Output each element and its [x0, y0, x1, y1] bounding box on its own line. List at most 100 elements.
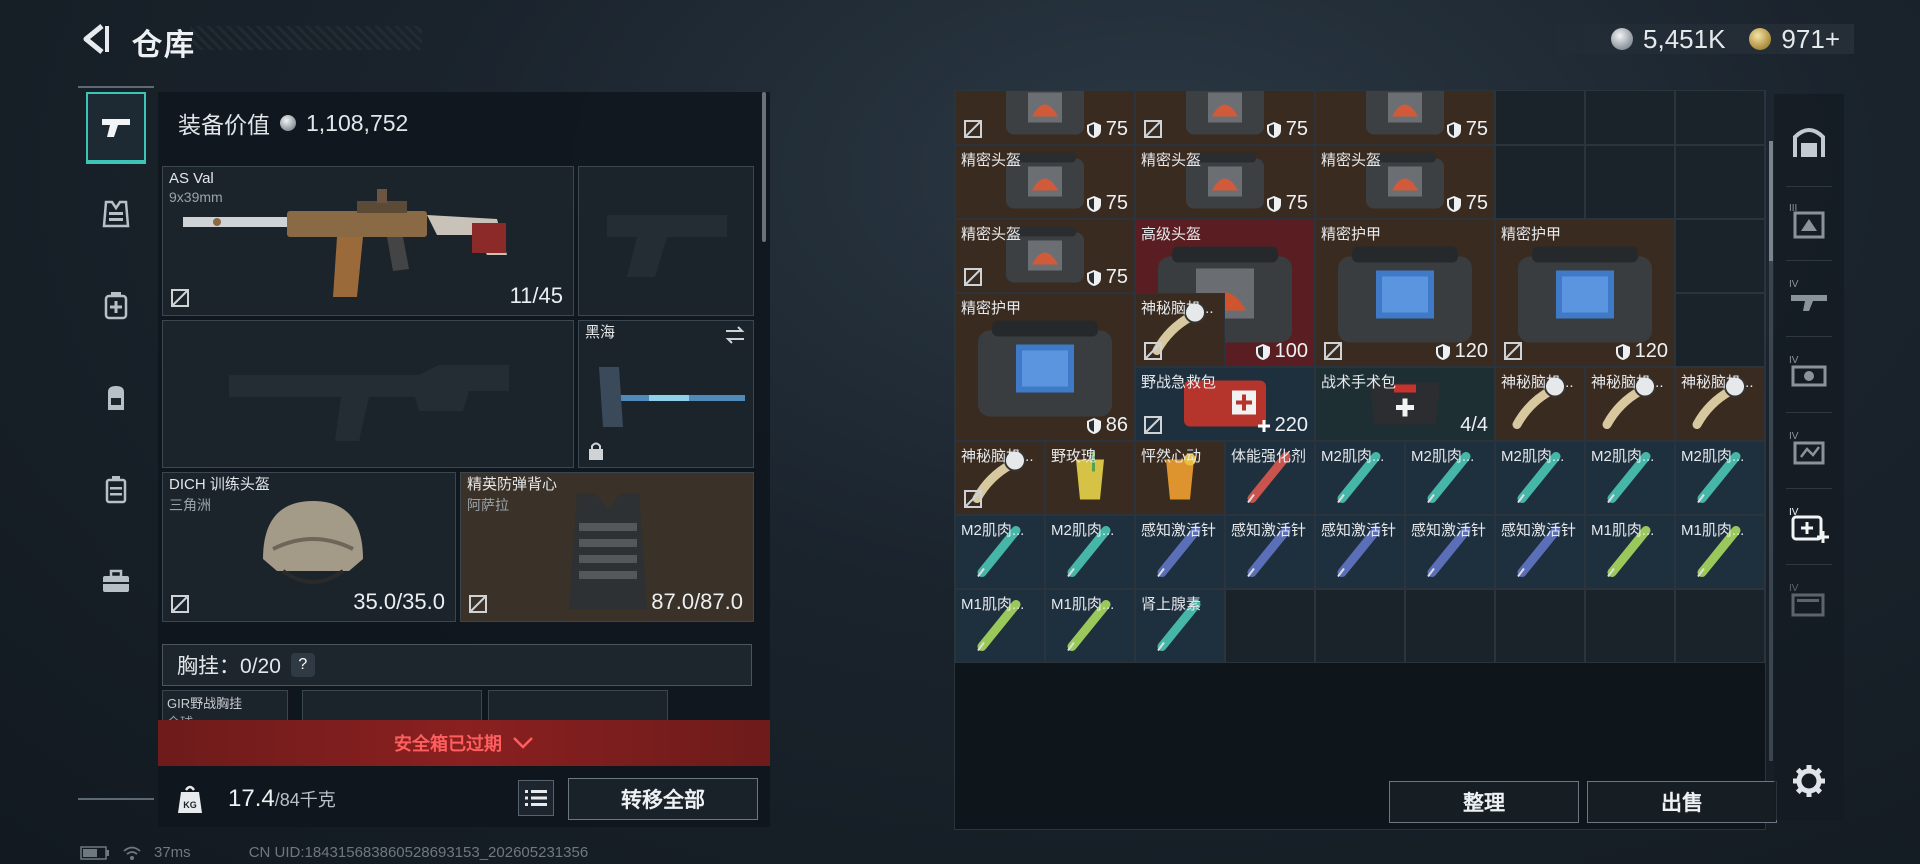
back-arrow-icon[interactable]: [78, 22, 112, 56]
melee-name: 黑海: [585, 324, 616, 341]
storage-item[interactable]: 感知激活针: [1495, 515, 1585, 589]
rifle-image: [183, 189, 507, 297]
storage-item[interactable]: 精密头盔 75: [1315, 145, 1495, 219]
category-tier-iv-medical[interactable]: IV: [1782, 498, 1836, 552]
loadout-scrollbar[interactable]: [762, 92, 766, 242]
storage-item[interactable]: 感知激活针: [1225, 515, 1315, 589]
storage-item[interactable]: M1肌肉...: [1045, 589, 1135, 663]
storage-item[interactable]: 感知激活针: [1135, 515, 1225, 589]
gold-balance[interactable]: 971+: [1781, 24, 1840, 55]
storage-item[interactable]: M2肌肉...: [1585, 441, 1675, 515]
storage-empty-cell[interactable]: [1495, 145, 1585, 219]
body-armor-slot[interactable]: 精英防弹背心 阿萨拉 87.0/87.0: [460, 472, 754, 622]
armor-rating-icon: [1266, 121, 1281, 138]
help-icon[interactable]: ?: [290, 653, 315, 677]
safe-box-expired-banner[interactable]: 安全箱已过期: [158, 720, 770, 766]
storage-empty-cell[interactable]: [1585, 91, 1675, 145]
transfer-all-button[interactable]: 转移全部: [568, 778, 758, 820]
storage-item[interactable]: 神秘脑机...: [1675, 367, 1765, 441]
storage-item[interactable]: 感知激活针: [1315, 515, 1405, 589]
category-tier-iv-misc[interactable]: IV: [1782, 574, 1836, 628]
storage-scrollbar[interactable]: [1769, 141, 1773, 761]
storage-scroll-thumb[interactable]: [1769, 141, 1773, 261]
storage-item[interactable]: 神秘脑机...: [1495, 367, 1585, 441]
storage-empty-cell[interactable]: [1585, 589, 1675, 663]
helmet-slot[interactable]: DICH 训练头盔 三角洲 35.0/35.0: [162, 472, 456, 622]
storage-empty-cell[interactable]: [1405, 589, 1495, 663]
storage-empty-cell[interactable]: [1675, 219, 1765, 293]
item-value: 75: [1446, 118, 1488, 141]
helmet-image: [263, 501, 363, 584]
storage-item[interactable]: 神秘脑机...: [1585, 367, 1675, 441]
storage-item[interactable]: 精密护甲 86: [955, 293, 1135, 441]
secondary-weapon-slot[interactable]: [162, 320, 574, 468]
item-name: M2肌肉...: [1411, 448, 1475, 465]
armor-rating-icon: [1086, 417, 1101, 434]
storage-empty-cell[interactable]: [1495, 91, 1585, 145]
storage-item[interactable]: 野战急救包 220: [1135, 367, 1315, 441]
sell-button[interactable]: 出售: [1587, 781, 1777, 823]
storage-item[interactable]: 感知激活针: [1405, 515, 1495, 589]
armor-rating-icon: [1255, 343, 1270, 360]
armor-durability: 87.0/87.0: [651, 589, 743, 614]
category-tier-iv-weapons[interactable]: IV: [1782, 270, 1836, 324]
settings-button[interactable]: [1782, 754, 1836, 808]
storage-item[interactable]: M2肌肉...: [955, 515, 1045, 589]
category-tier-iv-ammo[interactable]: IV: [1782, 422, 1836, 476]
pistol-slot[interactable]: [578, 166, 754, 316]
tab-container[interactable]: [86, 454, 146, 526]
category-tier-iv-attachments[interactable]: IV: [1782, 346, 1836, 400]
storage-item[interactable]: M2肌肉...: [1675, 441, 1765, 515]
storage-empty-cell[interactable]: [1225, 589, 1315, 663]
tab-backpack[interactable]: [86, 362, 146, 434]
category-tier-iii[interactable]: III: [1782, 194, 1836, 248]
no-lock-icon: [1144, 342, 1162, 360]
swap-arrows-icon[interactable]: [723, 325, 747, 345]
storage-empty-cell[interactable]: [1315, 589, 1405, 663]
tab-toolbox[interactable]: [86, 546, 146, 618]
storage-item[interactable]: 精密护甲 120: [1495, 219, 1675, 367]
storage-empty-cell[interactable]: [1675, 293, 1765, 367]
tab-weapons[interactable]: [86, 92, 146, 164]
status-bar: 37ms CN UID:18431568386052869315​3_20260…: [80, 844, 588, 861]
storage-item[interactable]: M2肌肉...: [1405, 441, 1495, 515]
armor-origin: 阿萨拉: [467, 497, 509, 513]
category-all[interactable]: [1782, 114, 1836, 168]
tab-armor[interactable]: [86, 178, 146, 250]
storage-item[interactable]: 精密头盔 75: [1135, 145, 1315, 219]
storage-item[interactable]: 神秘脑机...: [955, 441, 1045, 515]
storage-item[interactable]: 肾上腺素: [1135, 589, 1225, 663]
settings-gear-icon: [1793, 765, 1825, 797]
storage-item[interactable]: M2肌肉...: [1045, 515, 1135, 589]
storage-empty-cell[interactable]: [1675, 145, 1765, 219]
storage-empty-cell[interactable]: [1675, 589, 1765, 663]
storage-item[interactable]: 神秘脑机...: [1135, 293, 1225, 367]
item-image: [1510, 238, 1660, 353]
storage-item[interactable]: 精密头盔 75: [955, 145, 1135, 219]
sort-button[interactable]: 整理: [1389, 781, 1579, 823]
storage-item[interactable]: 体能强化剂: [1225, 441, 1315, 515]
storage-item[interactable]: 75: [1315, 91, 1495, 145]
armor-rating-icon: [1435, 343, 1450, 360]
storage-item[interactable]: 战术手术包 4/4: [1315, 367, 1495, 441]
armor-rating-icon: [1446, 195, 1461, 212]
storage-item[interactable]: 精密护甲 120: [1315, 219, 1495, 367]
storage-empty-cell[interactable]: [1495, 589, 1585, 663]
storage-item[interactable]: 怦然心动: [1135, 441, 1225, 515]
tab-medical[interactable]: [86, 270, 146, 342]
storage-item[interactable]: 精密头盔 75: [955, 219, 1135, 293]
storage-item[interactable]: 75: [955, 91, 1135, 145]
storage-arch-icon: [1793, 128, 1825, 157]
storage-item[interactable]: M1肌肉...: [1585, 515, 1675, 589]
storage-item[interactable]: M2肌肉...: [1315, 441, 1405, 515]
primary-weapon-slot[interactable]: AS Val 9x39mm 11/45: [162, 166, 574, 316]
storage-item[interactable]: M1肌肉...: [1675, 515, 1765, 589]
storage-item[interactable]: 野玫瑰: [1045, 441, 1135, 515]
storage-item[interactable]: M1肌肉...: [955, 589, 1045, 663]
list-view-button[interactable]: [518, 780, 554, 816]
storage-empty-cell[interactable]: [1675, 91, 1765, 145]
storage-item[interactable]: M2肌肉...: [1495, 441, 1585, 515]
storage-item[interactable]: 75: [1135, 91, 1315, 145]
storage-empty-cell[interactable]: [1585, 145, 1675, 219]
melee-slot[interactable]: 黑海: [578, 320, 754, 468]
